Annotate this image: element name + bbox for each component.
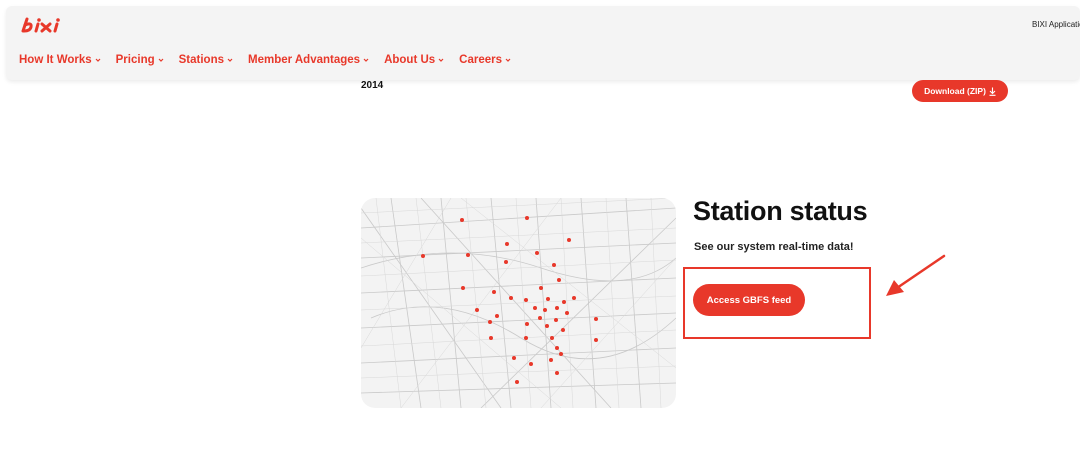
nav-about-us[interactable]: About Us [384,54,444,66]
nav-pricing[interactable]: Pricing [116,54,164,66]
section-title: Station status [693,196,868,226]
nav-label: Member Advantages [248,54,361,66]
app-link[interactable]: BIXI Application [1032,20,1080,29]
chevron-down-icon [227,58,233,62]
nav-label: How It Works [19,54,92,66]
chevron-down-icon [363,58,369,62]
city-map-graphic [361,198,676,408]
access-gbfs-button[interactable]: Access GBFS feed [693,284,805,316]
site-header: BIXI Application How It Works Pricing St… [6,6,1080,80]
nav-label: About Us [384,54,436,66]
nav-label: Stations [178,54,224,66]
chevron-down-icon [505,58,511,62]
station-map [361,198,676,408]
pointer-arrow-icon [886,254,946,296]
bixi-logo[interactable] [20,16,60,39]
nav-label: Careers [459,54,503,66]
chevron-down-icon [438,58,444,62]
nav-how-it-works[interactable]: How It Works [19,54,101,66]
nav-stations[interactable]: Stations [179,54,233,66]
section-subtitle: See our system real-time data! [694,241,854,253]
chevron-down-icon [158,58,164,62]
download-zip-button[interactable]: Download (ZIP) [912,80,1008,102]
main-nav: How It Works Pricing Stations Member Adv… [19,54,526,66]
nav-member-advantages[interactable]: Member Advantages [248,54,369,66]
nav-label: Pricing [115,54,155,66]
year-label: 2014 [361,80,384,91]
download-label: Download (ZIP) [924,86,986,96]
nav-careers[interactable]: Careers [459,54,511,66]
download-icon [989,87,996,96]
chevron-down-icon [95,58,101,62]
